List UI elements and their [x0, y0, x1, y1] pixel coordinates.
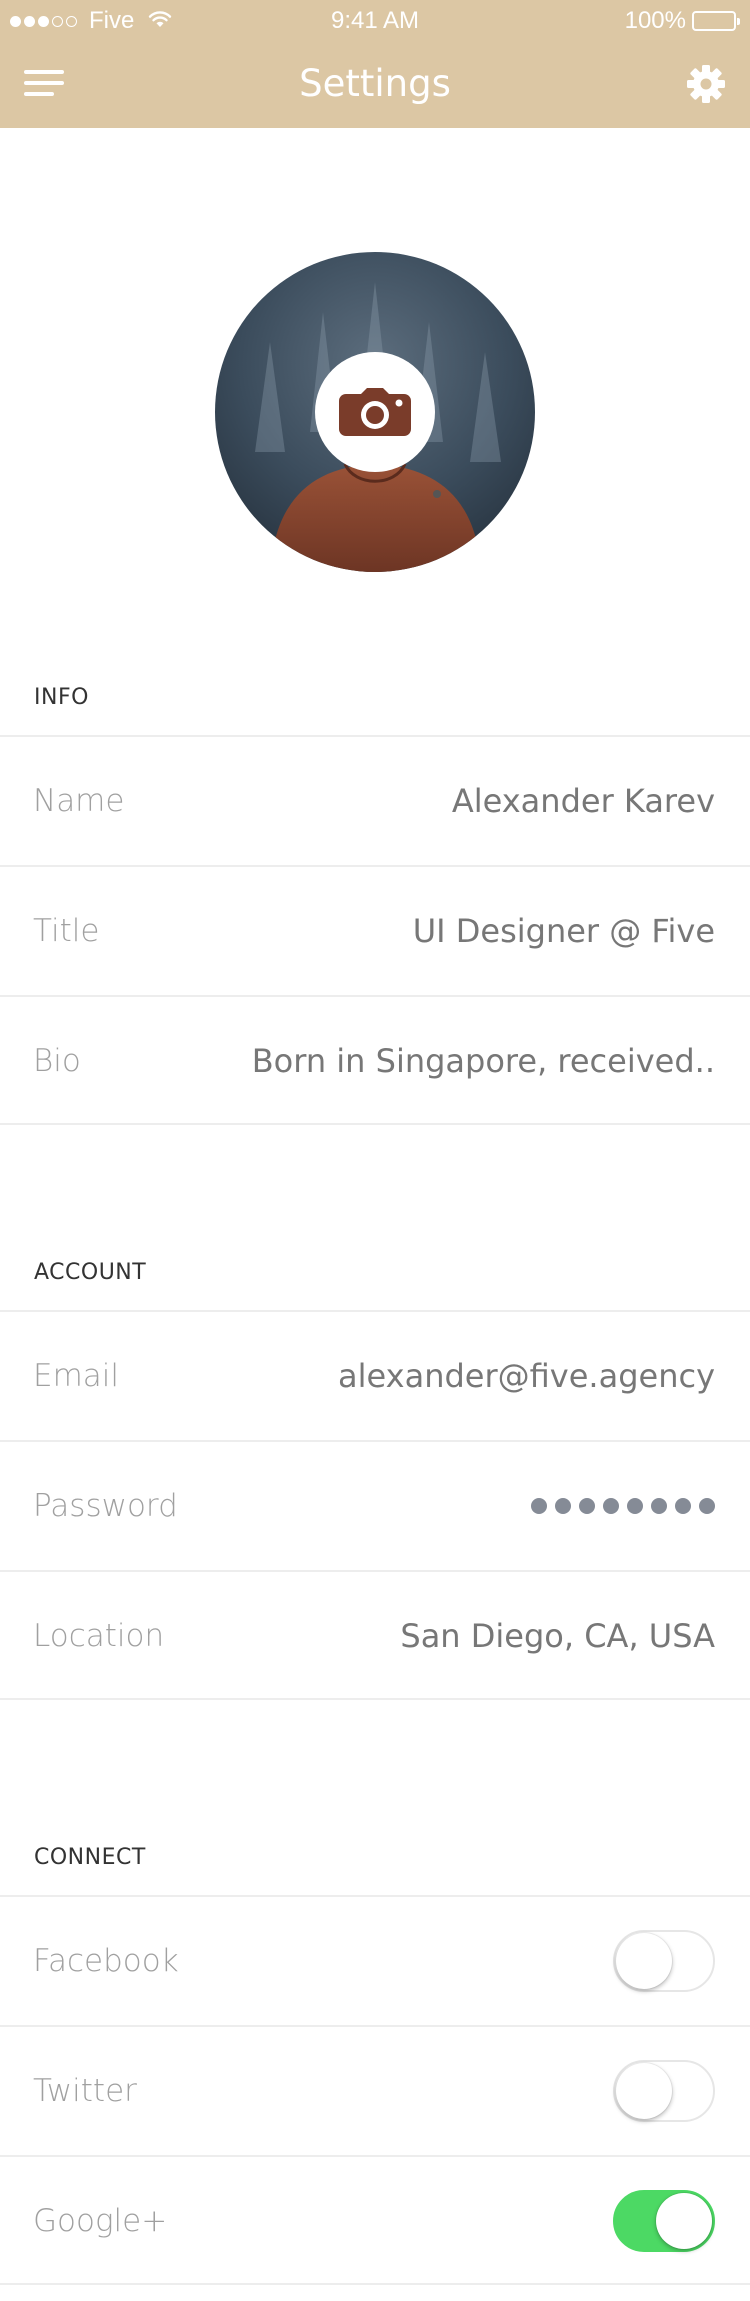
email-row[interactable]: Email alexander@five.agency [0, 1310, 750, 1440]
google-plus-label: Google+ [33, 2203, 168, 2239]
email-label: Email [33, 1358, 120, 1394]
twitter-toggle[interactable] [613, 2060, 715, 2122]
gear-icon[interactable] [686, 64, 726, 104]
title-value[interactable]: UI Designer @ Five [413, 867, 715, 995]
status-bar: Five 9:41 AM 100% [0, 0, 750, 40]
section-header-connect: CONNECT [34, 1845, 146, 1870]
name-value[interactable]: Alexander Karev [452, 737, 715, 865]
location-label: Location [33, 1618, 165, 1654]
password-row[interactable]: Password [0, 1440, 750, 1570]
battery-icon [692, 11, 740, 31]
camera-icon[interactable] [315, 352, 435, 472]
battery-percent: 100% [624, 7, 686, 34]
page-title: Settings [299, 62, 451, 105]
toggle-knob [656, 2193, 712, 2249]
battery-area: 100% [624, 7, 740, 35]
password-masked-value[interactable] [531, 1498, 715, 1514]
twitter-row: Twitter [0, 2025, 750, 2155]
toggle-knob [616, 1933, 672, 1989]
facebook-row: Facebook [0, 1895, 750, 2025]
section-header-info: INFO [34, 685, 89, 710]
bio-label: Bio [33, 1043, 81, 1079]
title-row[interactable]: Title UI Designer @ Five [0, 865, 750, 995]
facebook-label: Facebook [33, 1943, 179, 1979]
bio-value[interactable]: Born in Singapore, received.. [252, 997, 715, 1125]
location-row[interactable]: Location San Diego, CA, USA [0, 1570, 750, 1700]
password-label: Password [33, 1488, 178, 1524]
email-value[interactable]: alexander@five.agency [338, 1312, 715, 1440]
section-header-account: ACCOUNT [34, 1260, 147, 1285]
title-label: Title [33, 913, 100, 949]
name-row[interactable]: Name Alexander Karev [0, 735, 750, 865]
google-plus-toggle[interactable] [613, 2190, 715, 2252]
google-plus-row: Google+ [0, 2155, 750, 2285]
name-label: Name [33, 783, 125, 819]
facebook-toggle[interactable] [613, 1930, 715, 1992]
toggle-knob [616, 2063, 672, 2119]
twitter-label: Twitter [33, 2073, 137, 2109]
location-value[interactable]: San Diego, CA, USA [400, 1572, 715, 1700]
navigation-bar: Settings [0, 40, 750, 128]
bio-row[interactable]: Bio Born in Singapore, received.. [0, 995, 750, 1125]
